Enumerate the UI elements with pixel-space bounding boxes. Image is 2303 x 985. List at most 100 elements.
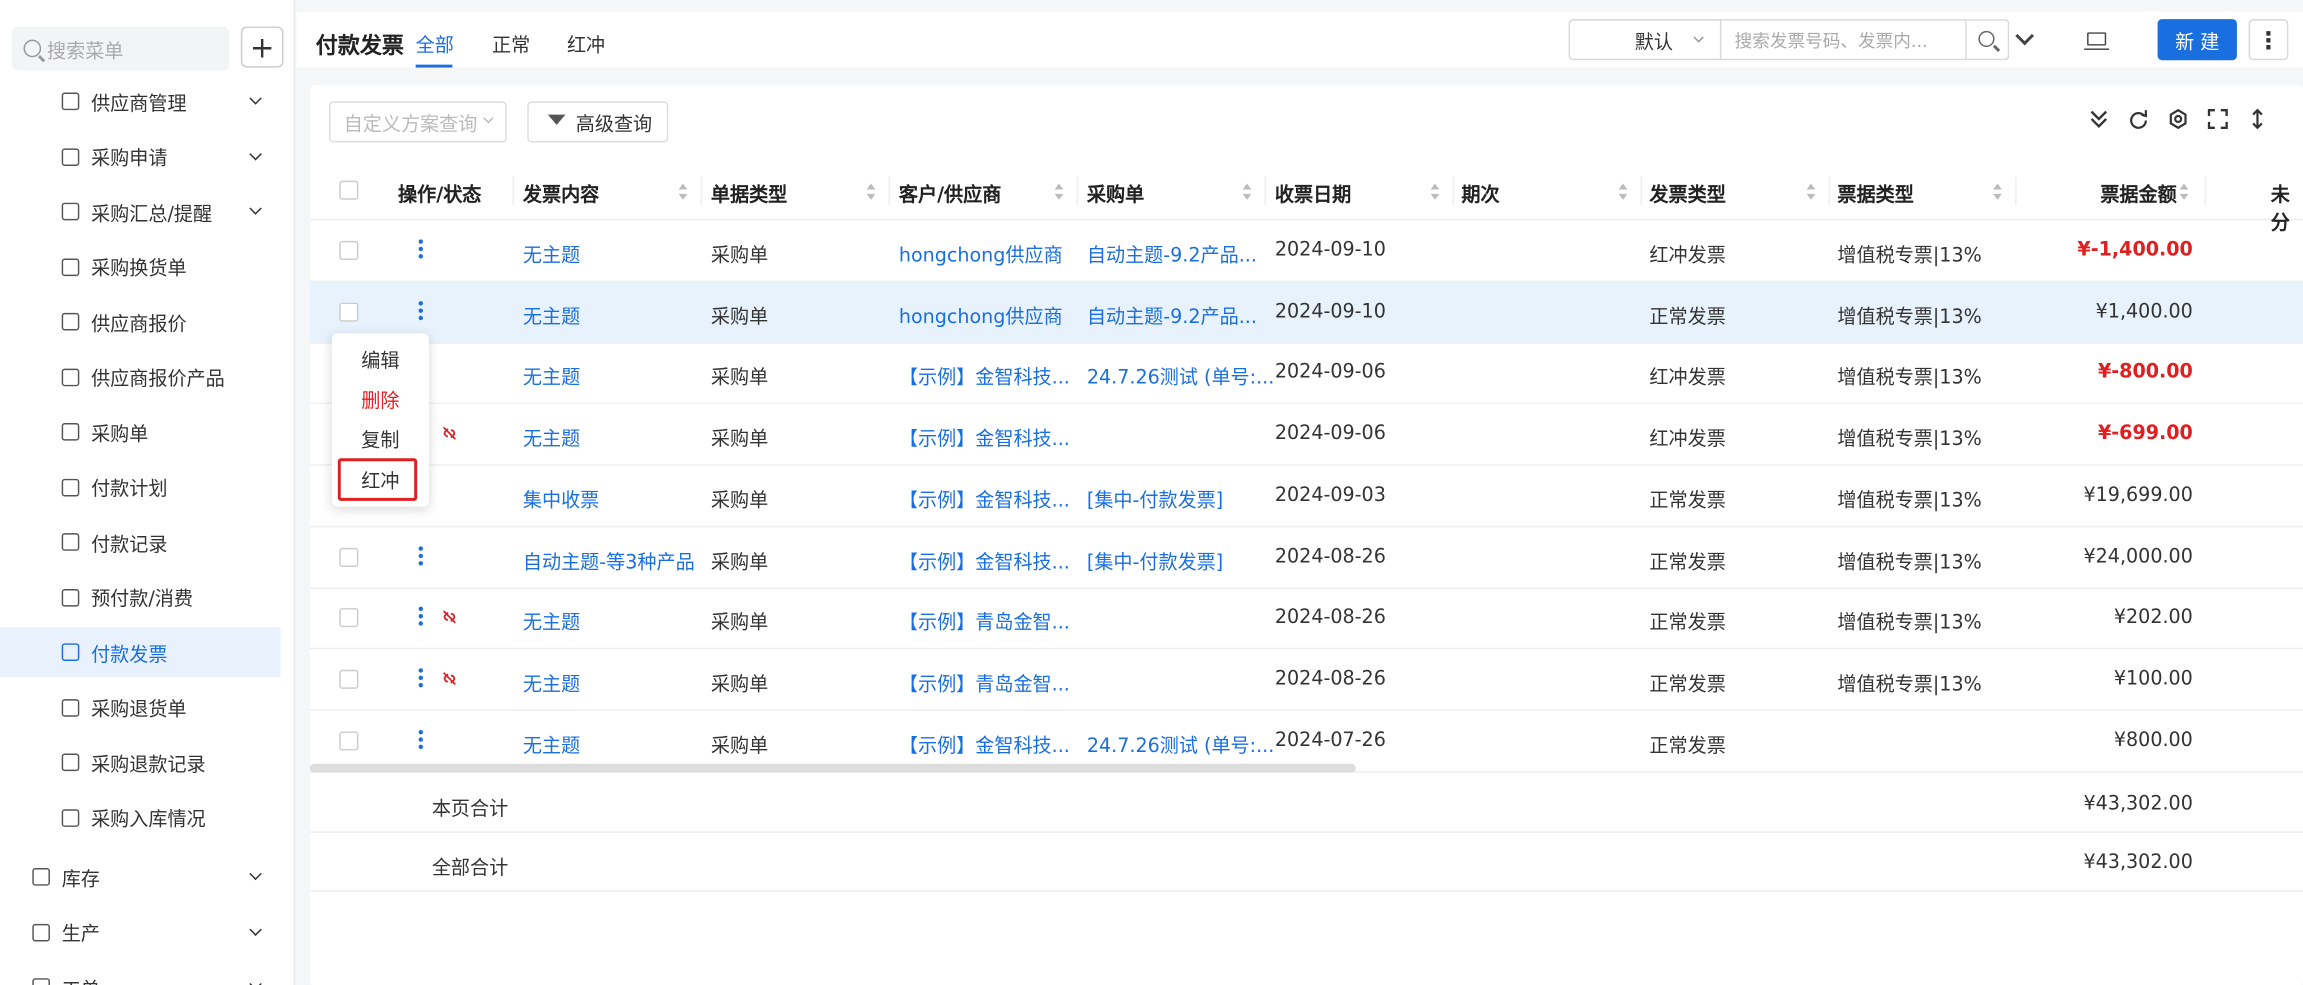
row-actions-icon[interactable] bbox=[418, 300, 425, 322]
col-header-doc-type[interactable]: 单据类型 bbox=[711, 179, 787, 207]
invoice-content-link[interactable]: 无主题 bbox=[523, 301, 580, 329]
sort-icon[interactable] bbox=[2179, 183, 2189, 200]
sidebar-item[interactable]: 供应商报价产品 bbox=[0, 352, 281, 402]
invoice-content-link[interactable]: 无主题 bbox=[523, 729, 580, 757]
supplier-link[interactable]: 【示例】金智科技... bbox=[899, 546, 1070, 574]
col-header-period[interactable]: 期次 bbox=[1461, 179, 1499, 207]
sidebar-item[interactable]: 供应商管理 bbox=[0, 76, 281, 126]
sidebar-item[interactable]: 采购换货单 bbox=[0, 242, 281, 292]
supplier-link[interactable]: 【示例】金智科技... bbox=[899, 423, 1070, 451]
new-button[interactable]: 新 建 bbox=[2157, 19, 2237, 61]
tab-red-reverse[interactable]: 红冲 bbox=[567, 29, 605, 57]
row-actions-icon[interactable] bbox=[418, 668, 425, 689]
table-row[interactable]: 无主题 采购单 hongchong供应商 自动主题-9.2产品... 2024-09-1… bbox=[309, 281, 2303, 344]
sort-icon[interactable] bbox=[1430, 183, 1440, 200]
supplier-link[interactable]: hongchong供应商 bbox=[899, 239, 1063, 267]
invoice-content-link[interactable]: 自动主题-等3种产品 bbox=[523, 546, 695, 574]
supplier-link[interactable]: 【示例】青岛金智... bbox=[899, 668, 1070, 696]
more-options-button[interactable]: ⋮ bbox=[2248, 19, 2289, 61]
supplier-link[interactable]: 【示例】金智科技... bbox=[899, 484, 1070, 512]
sort-icon[interactable] bbox=[1806, 183, 1816, 200]
refresh-icon[interactable] bbox=[2128, 109, 2149, 130]
sort-icon[interactable] bbox=[678, 183, 688, 200]
row-height-icon[interactable] bbox=[2247, 108, 2268, 130]
row-actions-icon[interactable] bbox=[418, 606, 425, 628]
row-checkbox[interactable] bbox=[339, 730, 359, 750]
supplier-link[interactable]: 【示例】金智科技... bbox=[899, 362, 1070, 390]
row-actions-icon[interactable] bbox=[418, 545, 425, 567]
sidebar-group[interactable]: 工单 bbox=[0, 962, 281, 985]
expand-chevron-icon[interactable] bbox=[2015, 26, 2035, 46]
supplier-link[interactable]: hongchong供应商 bbox=[899, 301, 1063, 329]
po-link[interactable]: 自动主题-9.2产品... bbox=[1087, 301, 1257, 329]
sidebar-item[interactable]: 采购汇总/提醒 bbox=[0, 187, 281, 237]
view-select[interactable]: 默认 bbox=[1568, 19, 1722, 61]
sidebar-item[interactable]: 采购申请 bbox=[0, 131, 281, 181]
invoice-content-link[interactable]: 无主题 bbox=[523, 423, 580, 451]
menu-item-copy[interactable]: 复制 bbox=[332, 424, 429, 452]
table-row[interactable]: 无主题 采购单 【示例】金智科技... 24.7.26测试 (单号:... 2024-0… bbox=[309, 343, 2303, 405]
po-link[interactable]: [集中-付款发票] bbox=[1087, 484, 1223, 512]
search-button[interactable] bbox=[1966, 19, 2010, 61]
po-link[interactable]: 24.7.26测试 (单号:... bbox=[1087, 729, 1274, 757]
tab-all[interactable]: 全部 bbox=[416, 29, 454, 57]
supplier-link[interactable]: 【示例】青岛金智... bbox=[899, 607, 1070, 635]
sidebar-item[interactable]: 付款发票 bbox=[0, 627, 281, 678]
row-checkbox[interactable] bbox=[339, 302, 359, 322]
sort-icon[interactable] bbox=[1618, 183, 1628, 200]
sidebar-item[interactable]: 付款记录 bbox=[0, 517, 281, 567]
row-checkbox[interactable] bbox=[339, 669, 359, 689]
sort-icon[interactable] bbox=[1993, 183, 2002, 200]
sort-icon[interactable] bbox=[1242, 183, 1252, 200]
advanced-query-button[interactable]: 高级查询 bbox=[527, 101, 669, 143]
invoice-content-link[interactable]: 无主题 bbox=[523, 362, 580, 390]
fullscreen-icon[interactable] bbox=[2207, 108, 2229, 130]
invoice-content-link[interactable]: 集中收票 bbox=[523, 484, 599, 512]
table-row[interactable]: 集中收票 采购单 【示例】金智科技... [集中-付款发票] 2024-09-03 正常发… bbox=[309, 465, 2303, 527]
table-row[interactable]: 无主题 采购单 【示例】金智科技... 24.7.26测试 (单号:... 2024-0… bbox=[309, 710, 2303, 772]
collapse-all-icon[interactable] bbox=[2089, 109, 2110, 130]
table-row[interactable]: 无主题 采购单 hongchong供应商 自动主题-9.2产品... 2024-09-1… bbox=[309, 220, 2303, 282]
col-header-content[interactable]: 发票内容 bbox=[523, 179, 599, 207]
sidebar-item[interactable]: 采购退货单 bbox=[0, 682, 281, 732]
menu-item-delete[interactable]: 删除 bbox=[332, 385, 429, 413]
invoice-content-link[interactable]: 无主题 bbox=[523, 607, 580, 635]
table-row[interactable]: 无主题 采购单 【示例】青岛金智... 2024-08-26 正常发票 增值税专票|13%… bbox=[309, 588, 2303, 650]
settings-icon[interactable] bbox=[2168, 108, 2189, 130]
table-row[interactable]: 无主题 采购单 【示例】青岛金智... 2024-08-26 正常发票 增值税专票|13%… bbox=[309, 649, 2303, 711]
laptop-icon[interactable] bbox=[2084, 32, 2110, 50]
col-header-date[interactable]: 收票日期 bbox=[1275, 179, 1351, 207]
sidebar-item[interactable]: 采购退款记录 bbox=[0, 737, 281, 787]
menu-search-input[interactable]: 搜索菜单 bbox=[11, 26, 230, 71]
col-header-amount[interactable]: 票据金额 bbox=[2100, 179, 2176, 207]
sidebar-item[interactable]: 采购单 bbox=[0, 407, 281, 457]
sidebar-group[interactable]: 生产 bbox=[0, 907, 281, 957]
table-row[interactable]: 自动主题-等3种产品 采购单 【示例】金智科技... [集中-付款发票] 2024-08… bbox=[309, 527, 2303, 589]
invoice-search-input[interactable]: 搜索发票号码、发票内... bbox=[1719, 19, 1967, 61]
horizontal-scrollbar[interactable] bbox=[309, 763, 1356, 773]
po-link[interactable]: 24.7.26测试 (单号:... bbox=[1087, 362, 1274, 390]
sidebar-group[interactable]: 库存 bbox=[0, 852, 281, 902]
sort-icon[interactable] bbox=[866, 183, 876, 200]
tab-normal[interactable]: 正常 bbox=[492, 29, 530, 57]
col-header-bill-type[interactable]: 票据类型 bbox=[1837, 179, 1913, 207]
col-header-supplier[interactable]: 客户/供应商 bbox=[899, 179, 1001, 207]
add-menu-button[interactable]: + bbox=[240, 26, 284, 68]
custom-scheme-select[interactable]: 自定义方案查询 bbox=[329, 101, 507, 143]
sidebar-item[interactable]: 采购入库情况 bbox=[0, 792, 281, 842]
po-link[interactable]: 自动主题-9.2产品... bbox=[1087, 239, 1257, 267]
sidebar-item[interactable]: 预付款/消费 bbox=[0, 572, 281, 622]
po-link[interactable]: [集中-付款发票] bbox=[1087, 546, 1223, 574]
row-actions-icon[interactable] bbox=[418, 239, 425, 260]
row-actions-icon[interactable] bbox=[418, 729, 425, 750]
table-row[interactable]: 无主题 采购单 【示例】金智科技... 2024-09-06 红冲发票 增值税专票|13%… bbox=[309, 404, 2303, 466]
row-checkbox[interactable] bbox=[339, 608, 359, 628]
invoice-content-link[interactable]: 无主题 bbox=[523, 668, 580, 696]
menu-item-edit[interactable]: 编辑 bbox=[332, 345, 429, 373]
select-all-checkbox[interactable] bbox=[339, 180, 359, 200]
row-checkbox[interactable] bbox=[339, 547, 359, 567]
sort-icon[interactable] bbox=[1054, 183, 1064, 200]
sidebar-item[interactable]: 付款计划 bbox=[0, 462, 281, 512]
col-header-invoice-type[interactable]: 发票类型 bbox=[1649, 179, 1725, 207]
row-checkbox[interactable] bbox=[339, 240, 359, 260]
